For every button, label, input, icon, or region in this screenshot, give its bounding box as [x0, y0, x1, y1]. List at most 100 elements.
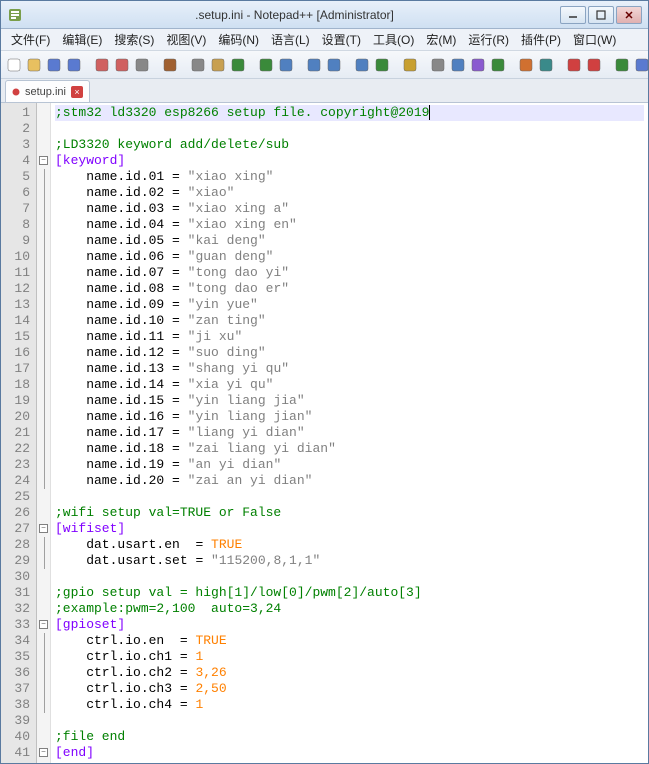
sync-button[interactable] [373, 54, 391, 76]
code-line[interactable]: dat.usart.set = "115200,8,1,1" [55, 553, 644, 569]
record-button[interactable] [585, 54, 603, 76]
code-line[interactable]: ctrl.io.ch3 = 2,50 [55, 681, 644, 697]
code-line[interactable]: name.id.01 = "xiao xing" [55, 169, 644, 185]
tab-setup-ini[interactable]: setup.ini × [5, 80, 90, 102]
code-line[interactable]: name.id.07 = "tong dao yi" [55, 265, 644, 281]
code-line[interactable]: name.id.10 = "zan ting" [55, 313, 644, 329]
fold-empty [37, 505, 50, 521]
menu-0[interactable]: 文件(F) [5, 29, 56, 50]
code-line[interactable]: ;LD3320 keyword add/delete/sub [55, 137, 644, 153]
close-all-button[interactable] [113, 54, 131, 76]
code-line[interactable]: name.id.11 = "ji xu" [55, 329, 644, 345]
save-button[interactable] [45, 54, 63, 76]
menu-7[interactable]: 工具(O) [367, 29, 420, 50]
code-line[interactable]: name.id.05 = "kai deng" [55, 233, 644, 249]
code-line[interactable]: name.id.15 = "yin liang jia" [55, 393, 644, 409]
tab-close-icon[interactable]: × [71, 86, 83, 98]
menu-10[interactable]: 插件(P) [515, 29, 567, 50]
play-button[interactable] [613, 54, 631, 76]
code-line[interactable]: ;example:pwm=2,100 auto=3,24 [55, 601, 644, 617]
code-line[interactable]: name.id.08 = "tong dao er" [55, 281, 644, 297]
line-number: 35 [3, 649, 30, 665]
code-line[interactable] [55, 713, 644, 729]
code-line[interactable]: [wifiset] [55, 521, 644, 537]
code-line[interactable]: ;gpio setup val = high[1]/low[0]/pwm[2]/… [55, 585, 644, 601]
code-line[interactable]: name.id.14 = "xia yi qu" [55, 377, 644, 393]
menu-1[interactable]: 编辑(E) [56, 29, 108, 50]
fold-toggle[interactable]: − [39, 748, 48, 757]
code-line[interactable]: [gpioset] [55, 617, 644, 633]
menu-6[interactable]: 设置(T) [316, 29, 367, 50]
code-line[interactable]: dat.usart.en = TRUE [55, 537, 644, 553]
code-line[interactable]: name.id.18 = "zai liang yi dian" [55, 441, 644, 457]
code-line[interactable]: ctrl.io.ch1 = 1 [55, 649, 644, 665]
folder-button[interactable] [489, 54, 507, 76]
code-line[interactable]: name.id.20 = "zai an yi dian" [55, 473, 644, 489]
paste-button[interactable] [209, 54, 227, 76]
lang-button[interactable] [469, 54, 487, 76]
fold-toggle[interactable]: − [39, 524, 48, 533]
menu-8[interactable]: 宏(M) [420, 29, 462, 50]
wrap-button[interactable] [401, 54, 419, 76]
code-line[interactable]: ctrl.io.ch4 = 1 [55, 697, 644, 713]
fold-toggle[interactable]: − [39, 620, 48, 629]
code-line[interactable]: ;stm32 ld3320 esp8266 setup file. copyri… [55, 105, 644, 121]
code-line[interactable]: name.id.04 = "xiao xing en" [55, 217, 644, 233]
code-line[interactable]: name.id.06 = "guan deng" [55, 249, 644, 265]
redo-button[interactable] [257, 54, 275, 76]
func-button[interactable] [517, 54, 535, 76]
line-number: 26 [3, 505, 30, 521]
replace-button[interactable] [305, 54, 323, 76]
line-number: 36 [3, 665, 30, 681]
indent-button[interactable] [449, 54, 467, 76]
close-button[interactable] [93, 54, 111, 76]
code-line[interactable]: [end] [55, 745, 644, 761]
fold-line [37, 409, 50, 425]
code-line[interactable]: name.id.09 = "yin yue" [55, 297, 644, 313]
find-button[interactable] [277, 54, 295, 76]
zoom-in-button[interactable] [325, 54, 343, 76]
code-line[interactable]: name.id.02 = "xiao" [55, 185, 644, 201]
editor[interactable]: 1234567891011121314151617181920212223242… [1, 103, 648, 763]
code-line[interactable] [55, 489, 644, 505]
sync-icon [374, 57, 390, 73]
print-button[interactable] [133, 54, 151, 76]
open-button[interactable] [25, 54, 43, 76]
code-line[interactable] [55, 569, 644, 585]
code-line[interactable]: name.id.16 = "yin liang jian" [55, 409, 644, 425]
maximize-button[interactable] [588, 6, 614, 24]
code-line[interactable]: name.id.19 = "an yi dian" [55, 457, 644, 473]
fold-column[interactable]: − − − − [37, 103, 51, 763]
menu-9[interactable]: 运行(R) [462, 29, 515, 50]
copy-button[interactable] [189, 54, 207, 76]
undo-button[interactable] [229, 54, 247, 76]
save-all-button[interactable] [65, 54, 83, 76]
fold-toggle[interactable]: − [39, 156, 48, 165]
menu-4[interactable]: 编码(N) [212, 29, 265, 50]
hide-button[interactable] [565, 54, 583, 76]
line-number: 4 [3, 153, 30, 169]
ws-button[interactable] [429, 54, 447, 76]
code-line[interactable] [55, 121, 644, 137]
code-line[interactable]: ctrl.io.ch2 = 3,26 [55, 665, 644, 681]
menu-3[interactable]: 视图(V) [160, 29, 212, 50]
menu-5[interactable]: 语言(L) [265, 29, 316, 50]
new-button[interactable] [5, 54, 23, 76]
menu-2[interactable]: 搜索(S) [108, 29, 160, 50]
cut-button[interactable] [161, 54, 179, 76]
close-button[interactable] [616, 6, 642, 24]
zoom-out-button[interactable] [353, 54, 371, 76]
code-line[interactable]: ;file end [55, 729, 644, 745]
code-line[interactable]: name.id.17 = "liang yi dian" [55, 425, 644, 441]
code-line[interactable]: ;wifi setup val=TRUE or False [55, 505, 644, 521]
map-button[interactable] [633, 54, 649, 76]
code-line[interactable]: name.id.12 = "suo ding" [55, 345, 644, 361]
code-line[interactable]: name.id.13 = "shang yi qu" [55, 361, 644, 377]
comment-button[interactable] [537, 54, 555, 76]
code-line[interactable]: ctrl.io.en = TRUE [55, 633, 644, 649]
minimize-button[interactable] [560, 6, 586, 24]
code-line[interactable]: [keyword] [55, 153, 644, 169]
menu-11[interactable]: 窗口(W) [567, 29, 622, 50]
code-line[interactable]: name.id.03 = "xiao xing a" [55, 201, 644, 217]
code-area[interactable]: ;stm32 ld3320 esp8266 setup file. copyri… [51, 103, 648, 763]
